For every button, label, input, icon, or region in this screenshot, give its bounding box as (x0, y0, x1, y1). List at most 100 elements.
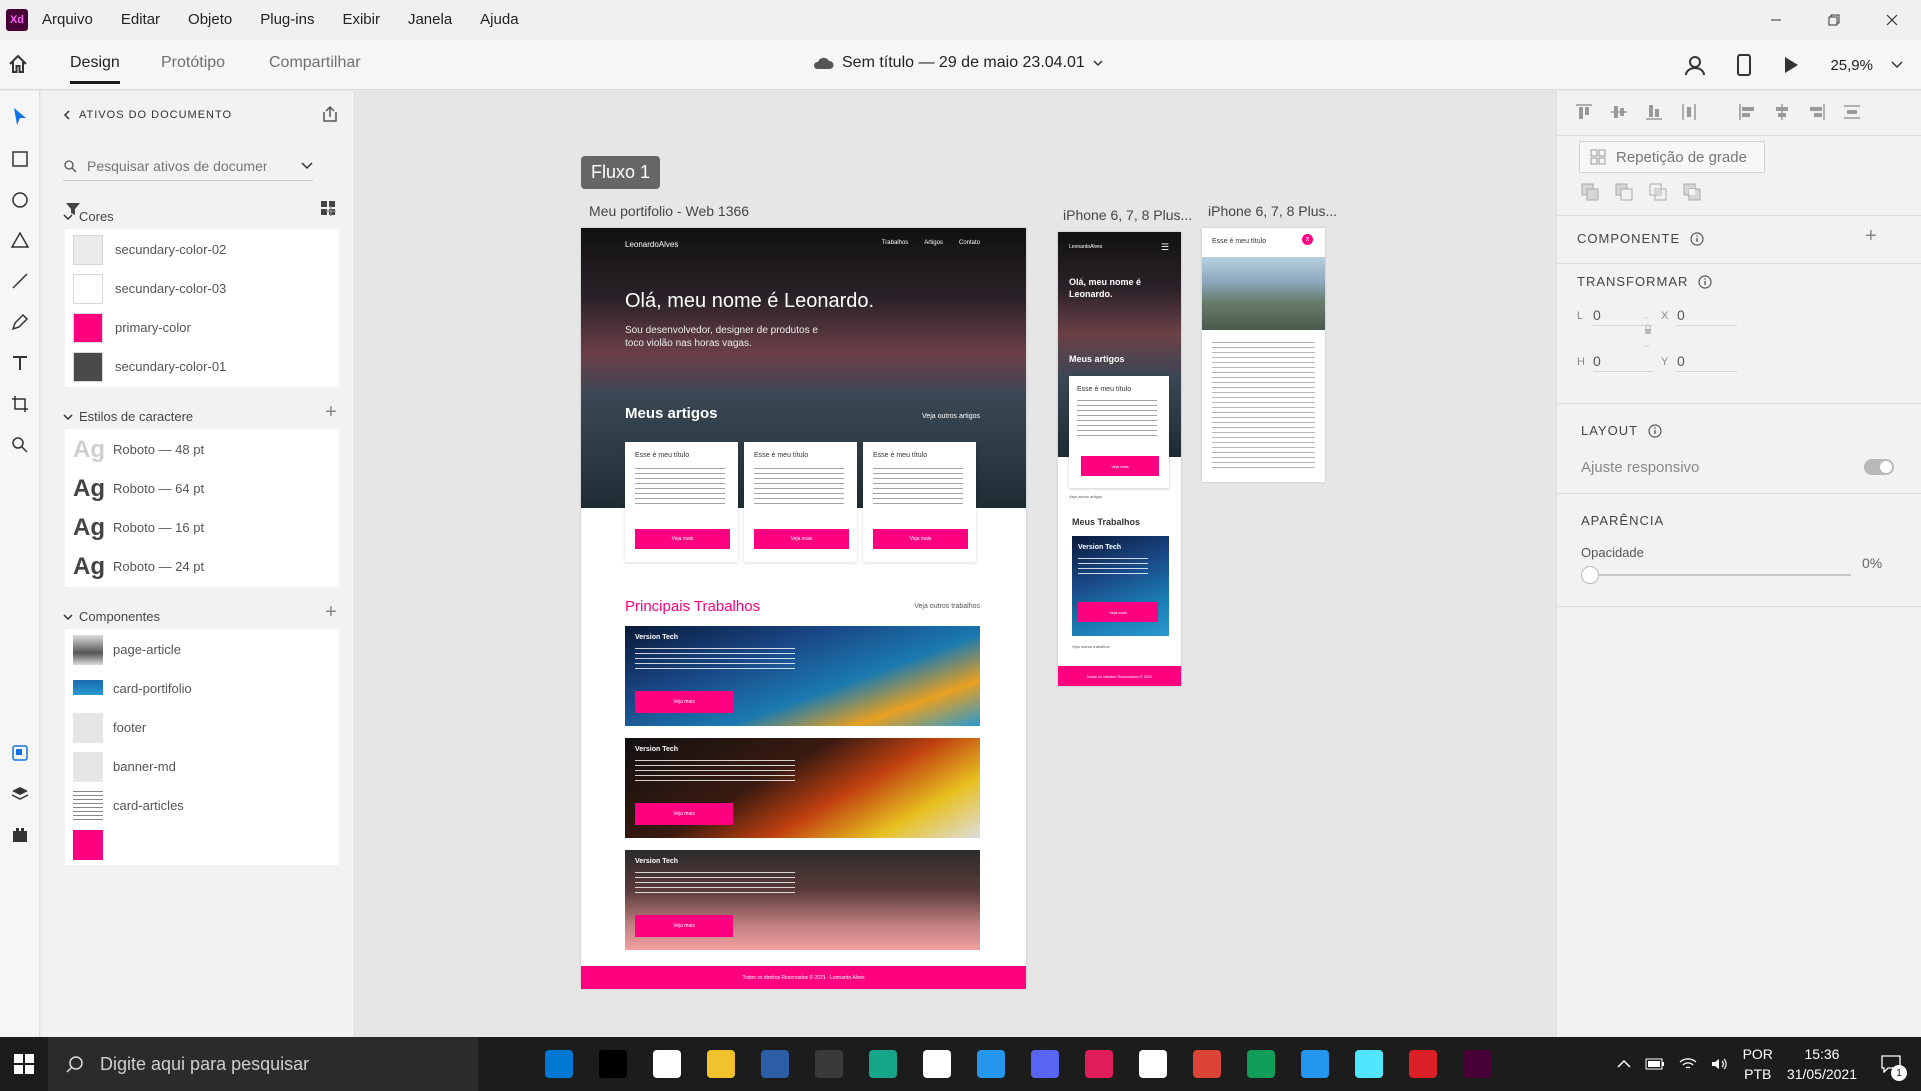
width-field[interactable]: L 0 (1577, 305, 1653, 326)
taskbar-app[interactable] (586, 1037, 640, 1091)
taskbar-app[interactable] (694, 1037, 748, 1091)
restore-button[interactable] (1805, 0, 1863, 40)
menu-item-ajuda[interactable]: Ajuda (466, 0, 532, 40)
align-top-button[interactable] (1571, 99, 1597, 125)
pen-tool[interactable] (4, 306, 36, 338)
y-field[interactable]: Y 0 (1661, 351, 1737, 372)
taskbar-app[interactable] (1234, 1037, 1288, 1091)
assets-panel-header[interactable]: ATIVOS DO DOCUMENTO (63, 109, 232, 121)
volume-icon[interactable] (1711, 1057, 1729, 1071)
subtract-shape-icon[interactable] (1615, 183, 1633, 201)
distribute-horizontal-button[interactable] (1839, 99, 1865, 125)
color-item[interactable]: secundary-color-02 (65, 229, 339, 270)
artboard-label-iphone-1[interactable]: iPhone 6, 7, 8 Plus... (1063, 207, 1192, 223)
section-components[interactable]: Componentes (63, 609, 160, 624)
zoom-control[interactable]: 25,9% (1830, 57, 1903, 74)
taskbar-app[interactable] (532, 1037, 586, 1091)
intersect-shape-icon[interactable] (1649, 183, 1667, 201)
height-field[interactable]: H 0 (1577, 351, 1653, 372)
taskbar-app[interactable] (748, 1037, 802, 1091)
ellipse-tool[interactable] (4, 184, 36, 216)
clock[interactable]: 15:36 31/05/2021 (1787, 1044, 1857, 1084)
component-item[interactable]: banner-md (65, 746, 339, 787)
minimize-button[interactable] (1747, 0, 1805, 40)
flow-tag[interactable]: Fluxo 1 (581, 156, 661, 189)
add-color-button[interactable]: + (325, 201, 337, 224)
export-button[interactable] (321, 105, 339, 126)
taskbar-app[interactable] (1072, 1037, 1126, 1091)
keyboard-language[interactable]: POR PTB (1743, 1044, 1773, 1084)
battery-icon[interactable] (1645, 1058, 1665, 1070)
distribute-vertical-button[interactable] (1676, 99, 1702, 125)
menu-item-janela[interactable]: Janela (394, 0, 466, 40)
canvas[interactable]: Fluxo 1 Meu portifolio - Web 1366 iPhone… (356, 91, 1555, 1037)
plugins-panel-toggle[interactable] (4, 819, 36, 851)
taskbar-app[interactable] (1126, 1037, 1180, 1091)
component-item[interactable]: footer (65, 707, 339, 748)
align-right-button[interactable] (1804, 99, 1830, 125)
info-icon[interactable] (1648, 423, 1662, 438)
artboard-label-web[interactable]: Meu portifolio - Web 1366 (589, 203, 749, 219)
align-left-button[interactable] (1734, 99, 1760, 125)
text-tool[interactable] (4, 347, 36, 379)
taskbar-app[interactable] (1018, 1037, 1072, 1091)
menu-item-plugins[interactable]: Plug-ins (246, 0, 328, 40)
artboard-tool[interactable] (4, 388, 36, 420)
component-item[interactable]: page-article (65, 629, 339, 670)
taskbar-app[interactable] (478, 1037, 532, 1091)
menu-item-editar[interactable]: Editar (107, 0, 174, 40)
artboard-web[interactable]: LeonardoAlves Trabalhos Artigos Contato … (581, 228, 1026, 989)
taskbar-app[interactable] (640, 1037, 694, 1091)
close-button[interactable] (1863, 0, 1921, 40)
taskbar-app[interactable] (1288, 1037, 1342, 1091)
home-button[interactable] (4, 50, 32, 78)
character-style-item[interactable]: Ag Roboto — 48 pt (65, 429, 339, 470)
opacity-value[interactable]: 0% (1862, 555, 1882, 571)
taskbar-app[interactable] (802, 1037, 856, 1091)
user-icon[interactable] (1684, 54, 1706, 76)
wifi-icon[interactable] (1679, 1057, 1697, 1071)
opacity-slider-knob[interactable] (1581, 566, 1599, 584)
add-component-button[interactable]: + (325, 601, 337, 624)
x-field[interactable]: X 0 (1661, 305, 1737, 326)
taskbar-app[interactable] (856, 1037, 910, 1091)
info-icon[interactable] (1690, 231, 1704, 246)
notification-center-button[interactable]: 1 (1871, 1037, 1911, 1091)
play-icon[interactable] (1782, 55, 1800, 75)
color-item[interactable]: primary-color (65, 307, 339, 348)
taskbar-app[interactable] (910, 1037, 964, 1091)
artboard-label-iphone-2[interactable]: iPhone 6, 7, 8 Plus... (1208, 203, 1337, 219)
lock-icon[interactable] (1643, 316, 1653, 350)
assets-panel-toggle[interactable] (4, 737, 36, 769)
menu-item-arquivo[interactable]: Arquivo (28, 0, 107, 40)
section-character-styles[interactable]: Estilos de caractere (63, 409, 193, 424)
color-item[interactable]: secundary-color-01 (65, 346, 339, 387)
select-tool[interactable] (4, 101, 36, 133)
tab-prototipo[interactable]: Protótipo (161, 54, 225, 72)
polygon-tool[interactable] (4, 224, 36, 256)
opacity-slider[interactable] (1581, 574, 1851, 576)
taskbar-app[interactable] (1450, 1037, 1504, 1091)
add-component-button[interactable]: + (1865, 225, 1877, 248)
taskbar-app[interactable] (1342, 1037, 1396, 1091)
character-style-item[interactable]: Ag Roboto — 16 pt (65, 507, 339, 548)
info-icon[interactable] (1698, 274, 1712, 289)
align-center-button[interactable] (1769, 99, 1795, 125)
repeat-grid-button[interactable]: Repetição de grade (1579, 141, 1765, 173)
line-tool[interactable] (4, 265, 36, 297)
add-shape-icon[interactable] (1581, 183, 1599, 201)
tab-design[interactable]: Design (70, 54, 120, 84)
menu-item-objeto[interactable]: Objeto (174, 0, 246, 40)
component-item[interactable] (65, 824, 339, 865)
document-title[interactable]: Sem título — 29 de maio 23.04.01 (812, 54, 1103, 72)
asset-search-input[interactable] (87, 157, 267, 174)
character-style-item[interactable]: Ag Roboto — 24 pt (65, 546, 339, 587)
taskbar-app[interactable] (1396, 1037, 1450, 1091)
tab-compartilhar[interactable]: Compartilhar (269, 54, 361, 72)
rectangle-tool[interactable] (4, 143, 36, 175)
zoom-tool[interactable] (4, 429, 36, 461)
component-item[interactable]: card-articles (65, 785, 339, 826)
taskbar-app[interactable] (964, 1037, 1018, 1091)
align-middle-button[interactable] (1606, 99, 1632, 125)
layers-panel-toggle[interactable] (4, 778, 36, 810)
